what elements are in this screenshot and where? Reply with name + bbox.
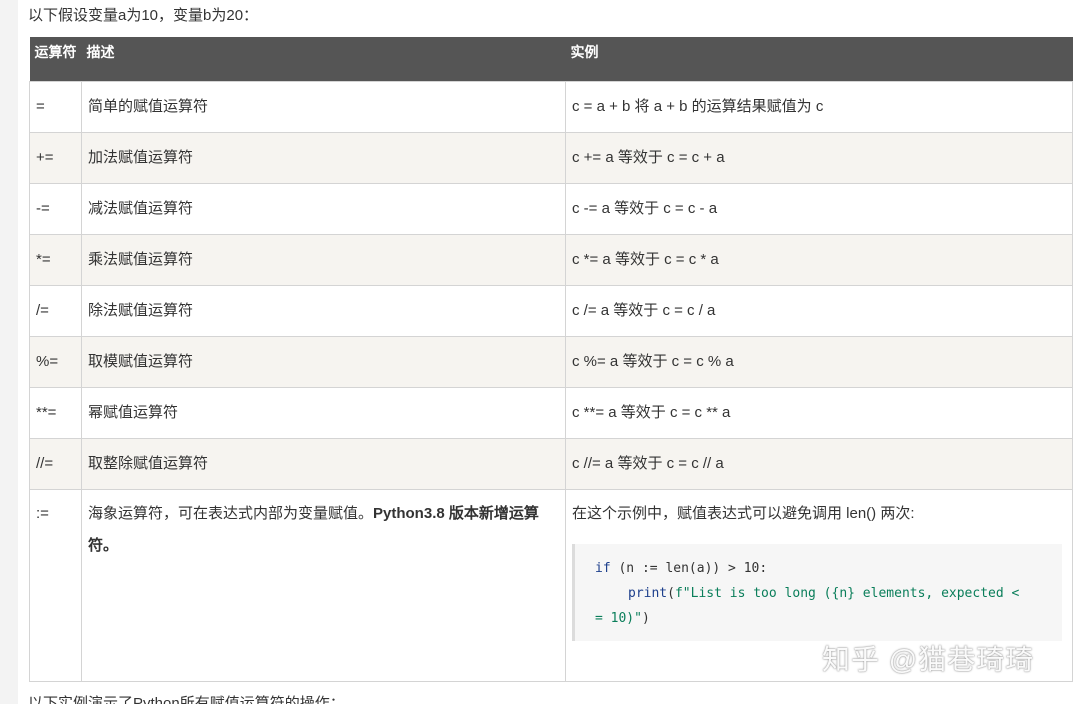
cell-description: 简单的赋值运算符 bbox=[81, 80, 566, 133]
table-row: %= 取模赋值运算符 c %= a 等效于 c = c % a bbox=[29, 335, 1073, 388]
cell-operator: -= bbox=[29, 182, 82, 235]
code-line-2: print(f"List is too long ({n} elements, … bbox=[595, 581, 1054, 606]
cell-description: 除法赋值运算符 bbox=[81, 284, 566, 337]
code-block: if (n := len(a)) > 10: print(f"List is t… bbox=[572, 543, 1062, 641]
header-operator: 运算符 bbox=[29, 37, 82, 81]
header-example: 实例 bbox=[565, 37, 1073, 81]
table-row: **= 幂赋值运算符 c **= a 等效于 c = c ** a bbox=[29, 386, 1073, 439]
intro-text: 以下假设变量a为10，变量b为20： bbox=[28, 7, 259, 24]
cell-description: 海象运算符，可在表达式内部为变量赋值。Python3.8 版本新增运算符。 bbox=[81, 488, 566, 682]
cell-example: c -= a 等效于 c = c - a bbox=[565, 182, 1073, 235]
left-gutter bbox=[0, 0, 18, 704]
table-row: *= 乘法赋值运算符 c *= a 等效于 c = c * a bbox=[29, 233, 1073, 286]
cell-operator: /= bbox=[29, 284, 82, 337]
cell-example: c //= a 等效于 c = c // a bbox=[565, 437, 1073, 490]
cell-operator: = bbox=[29, 80, 82, 133]
footer-text: 以下实例演示了Python所有赋值运算符的操作： bbox=[28, 695, 345, 704]
code-line-1: if (n := len(a)) > 10: bbox=[595, 556, 1054, 581]
cell-operator: *= bbox=[29, 233, 82, 286]
cell-description: 加法赋值运算符 bbox=[81, 131, 566, 184]
table-row: /= 除法赋值运算符 c /= a 等效于 c = c / a bbox=[29, 284, 1073, 337]
cell-example: c /= a 等效于 c = c / a bbox=[565, 284, 1073, 337]
code-string: f"List is too long ({n} elements, expect… bbox=[674, 585, 1020, 601]
walrus-description: 海象运算符，可在表达式内部为变量赋值。Python3.8 版本新增运算符。 bbox=[88, 498, 559, 562]
cell-operator: %= bbox=[29, 335, 82, 388]
table-row: //= 取整除赋值运算符 c //= a 等效于 c = c // a bbox=[29, 437, 1073, 490]
cell-operator: **= bbox=[29, 386, 82, 439]
header-description: 描述 bbox=[81, 37, 566, 81]
cell-example: c += a 等效于 c = c + a bbox=[565, 131, 1073, 184]
cell-example: c %= a 等效于 c = c % a bbox=[565, 335, 1073, 388]
cell-description: 乘法赋值运算符 bbox=[81, 233, 566, 286]
assignment-operators-table: 运算符 描述 实例 = 简单的赋值运算符 c = a + b 将 a + b 的… bbox=[29, 37, 1073, 682]
table-row: = 简单的赋值运算符 c = a + b 将 a + b 的运算结果赋值为 c bbox=[29, 80, 1073, 133]
cell-description: 幂赋值运算符 bbox=[81, 386, 566, 439]
table-header-row: 运算符 描述 实例 bbox=[29, 37, 1073, 81]
walrus-description-text: 海象运算符，可在表达式内部为变量赋值。 bbox=[88, 504, 374, 522]
code-text: ( bbox=[667, 585, 675, 601]
table-row: -= 减法赋值运算符 c -= a 等效于 c = c - a bbox=[29, 182, 1073, 235]
code-keyword: if bbox=[595, 560, 611, 576]
cell-description: 减法赋值运算符 bbox=[81, 182, 566, 235]
code-text: ) bbox=[641, 610, 650, 626]
table-row: += 加法赋值运算符 c += a 等效于 c = c + a bbox=[29, 131, 1073, 184]
code-keyword: print bbox=[628, 585, 668, 601]
cell-example: c *= a 等效于 c = c * a bbox=[565, 233, 1073, 286]
cell-operator: := bbox=[29, 488, 82, 682]
code-line-3: = 10)") bbox=[595, 606, 1054, 631]
cell-example: c = a + b 将 a + b 的运算结果赋值为 c bbox=[565, 80, 1073, 133]
code-text: (n := len(a)) > 10: bbox=[610, 560, 768, 576]
cell-description: 取整除赋值运算符 bbox=[81, 437, 566, 490]
cell-description: 取模赋值运算符 bbox=[81, 335, 566, 388]
cell-example: c **= a 等效于 c = c ** a bbox=[565, 386, 1073, 439]
zhihu-watermark: 知乎 @猫巷琦琦 bbox=[822, 644, 1035, 675]
cell-operator: //= bbox=[29, 437, 82, 490]
walrus-example-text: 在这个示例中，赋值表达式可以避免调用 len() 两次: bbox=[572, 504, 915, 522]
code-string: = 10)" bbox=[595, 610, 642, 626]
cell-operator: += bbox=[29, 131, 82, 184]
